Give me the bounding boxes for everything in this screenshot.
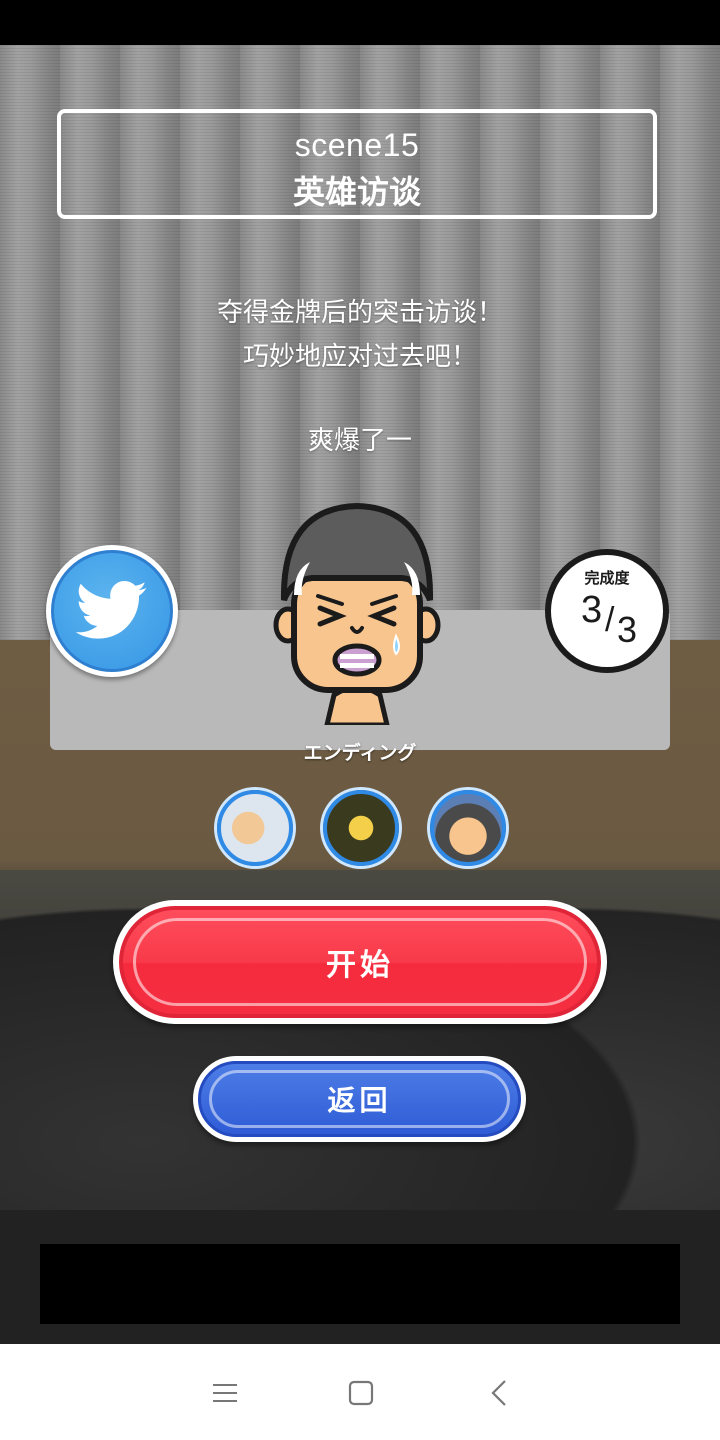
completion-current: 3 [581,589,603,631]
ending-3-thumbnail[interactable] [430,790,506,866]
back-button[interactable]: 返回 [193,1056,526,1142]
completion-total: 3 [617,609,638,650]
scene-title: 英雄访谈 [292,173,421,211]
ending-2-thumbnail[interactable] [323,790,399,866]
twitter-bird-icon [76,581,147,639]
description-line-3: 爽爆了一 [307,426,412,456]
ending-1-thumbnail[interactable] [217,790,293,866]
status-bar [0,0,720,45]
start-button[interactable]: 开始 [113,900,607,1024]
twitter-share-button[interactable] [46,545,178,677]
completion-badge: 完成度 3 / 3 [545,549,669,673]
description-line-1: 夺得金牌后的突击访谈！ [216,298,503,328]
ending-label: エンディング [303,742,417,764]
system-navigation-bar [0,1344,720,1440]
menu-icon [213,1384,237,1402]
back-button-label: 返回 [327,1084,392,1117]
home-nav-button[interactable] [336,1368,386,1418]
start-button-label: 开始 [326,948,394,983]
back-chevron-icon [491,1380,506,1406]
scene-title-box: scene15 英雄访谈 [57,109,657,219]
scene-number: scene15 [294,127,420,163]
ad-banner-slot [40,1244,680,1324]
character-illustration [272,500,442,728]
back-nav-button[interactable] [474,1368,524,1418]
description-line-2: 巧妙地应对过去吧！ [242,342,477,372]
home-square-icon [348,1380,374,1406]
menu-nav-button[interactable] [200,1368,250,1418]
completion-label: 完成度 [584,569,630,587]
completion-slash: / [605,601,615,639]
